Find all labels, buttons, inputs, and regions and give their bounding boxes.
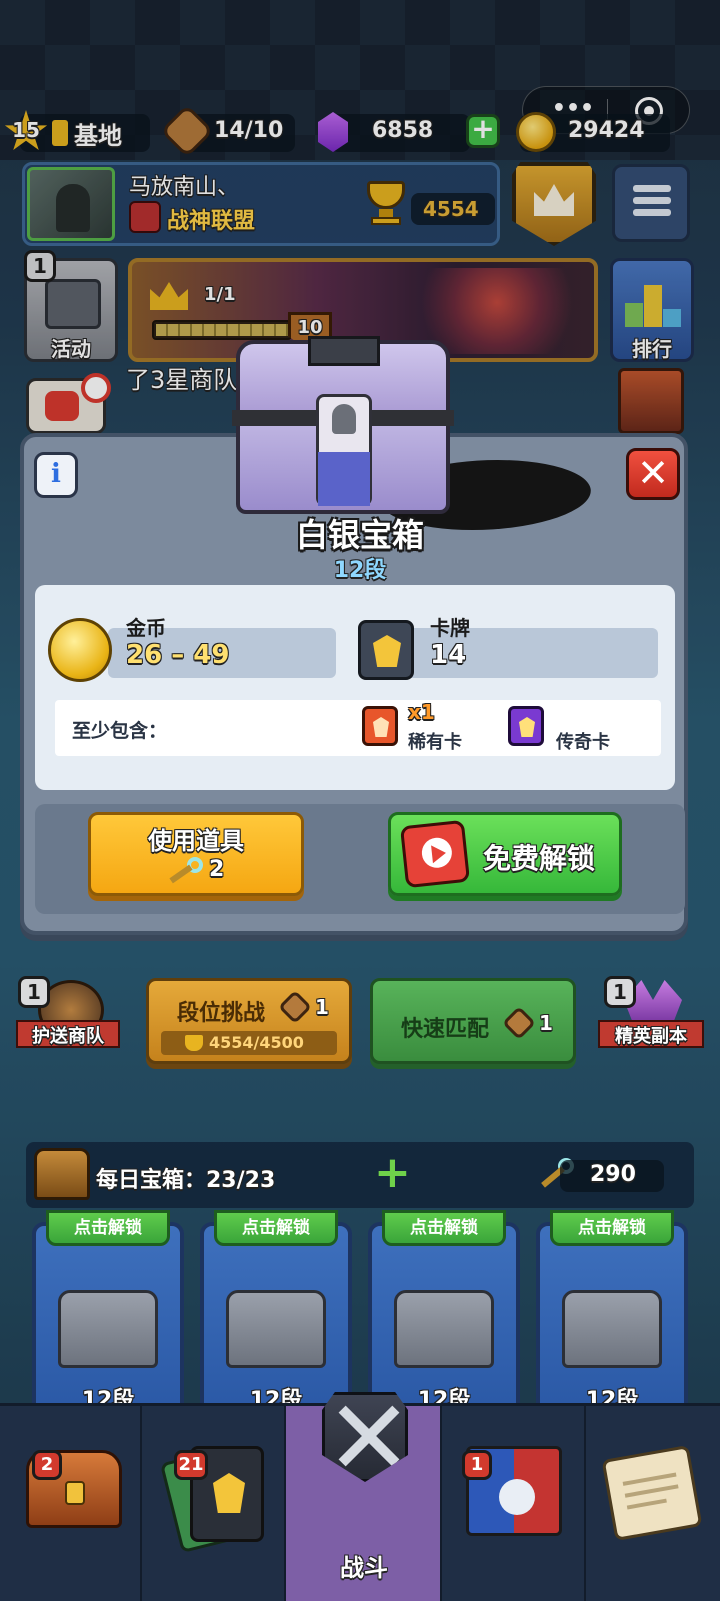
rank-challenge-cost: 1	[315, 995, 329, 1019]
nav-clan[interactable]	[442, 1406, 586, 1601]
key-icon	[169, 857, 203, 884]
cards-count: 14	[430, 640, 467, 670]
elite-label: 精英副本	[615, 1026, 687, 1047]
rank-challenge-label: 段位挑战	[177, 1001, 266, 1026]
battle-label: 战斗	[340, 1554, 388, 1582]
daily-chest-icon	[34, 1148, 90, 1200]
close-icon: ✕	[637, 451, 669, 495]
rare-label: 稀有卡	[408, 732, 462, 753]
trophy-mini-icon	[185, 1035, 203, 1051]
crossed-swords-icon	[322, 1392, 408, 1482]
free-unlock-button[interactable]: 免费解锁	[388, 812, 622, 896]
add-daily-button[interactable]: +	[374, 1151, 411, 1195]
slot-unlock-tab[interactable]: 点击解锁	[550, 1210, 674, 1246]
token-small-icon	[278, 990, 312, 1024]
use-item-label: 使用道具	[148, 827, 244, 855]
escort-label: 护送商队	[32, 1026, 104, 1047]
nav-quests[interactable]	[586, 1406, 720, 1601]
silver-chest-icon	[58, 1290, 158, 1368]
rare-count: x1	[408, 700, 435, 724]
silver-chest-icon	[232, 336, 454, 514]
legendary-card-icon	[508, 706, 544, 746]
cards-badge: 21	[174, 1450, 208, 1480]
card-icon	[358, 620, 414, 680]
legendary-label: 传奇卡	[556, 732, 610, 753]
scroll-icon	[601, 1444, 703, 1542]
nav-shop[interactable]	[0, 1406, 142, 1601]
free-unlock-label: 免费解锁	[483, 842, 596, 875]
slot-unlock-tab[interactable]: 点击解锁	[214, 1210, 338, 1246]
chest-name: 白银宝箱	[295, 516, 424, 554]
chest-tier: 12段	[333, 558, 387, 583]
slot-unlock-tab[interactable]: 点击解锁	[46, 1210, 170, 1246]
shop-badge: 2	[32, 1450, 62, 1480]
token-small-icon	[502, 1006, 536, 1040]
use-item-button[interactable]: 使用道具 2	[88, 812, 304, 896]
close-button[interactable]: ✕	[626, 448, 680, 500]
at-least-label: 至少包含：	[72, 720, 168, 742]
rare-card-icon	[362, 706, 398, 746]
elite-badge: 1	[604, 976, 636, 1008]
rank-challenge-button[interactable]: 段位挑战 1 4554/4500	[146, 978, 352, 1064]
escort-badge: 1	[18, 976, 50, 1008]
rank-challenge-progress: 4554/4500	[209, 1033, 304, 1052]
video-play-icon	[399, 819, 471, 889]
clan-badge: 1	[462, 1450, 492, 1480]
coin-large-icon	[48, 618, 112, 682]
quick-match-cost: 1	[539, 1011, 553, 1035]
slot-unlock-tab[interactable]: 点击解锁	[382, 1210, 506, 1246]
info-button[interactable]: i	[34, 452, 78, 498]
bottom-nav: 战斗	[0, 1392, 720, 1601]
keys-count: 290	[590, 1162, 636, 1187]
silver-chest-icon	[562, 1290, 662, 1368]
silver-chest-icon	[394, 1290, 494, 1368]
use-item-keys: 2	[209, 857, 225, 882]
coins-range: 26 – 49	[126, 640, 230, 670]
cards-label: 卡牌	[430, 616, 470, 640]
quick-match-button[interactable]: 快速匹配 1	[370, 978, 576, 1064]
quick-match-label: 快速匹配	[401, 1017, 490, 1042]
nav-cards[interactable]	[142, 1406, 286, 1601]
nav-battle[interactable]: 战斗	[286, 1392, 442, 1601]
coins-label: 金币	[126, 616, 166, 640]
silver-chest-icon	[226, 1290, 326, 1368]
daily-chest-label: 每日宝箱：23/23	[96, 1168, 276, 1193]
